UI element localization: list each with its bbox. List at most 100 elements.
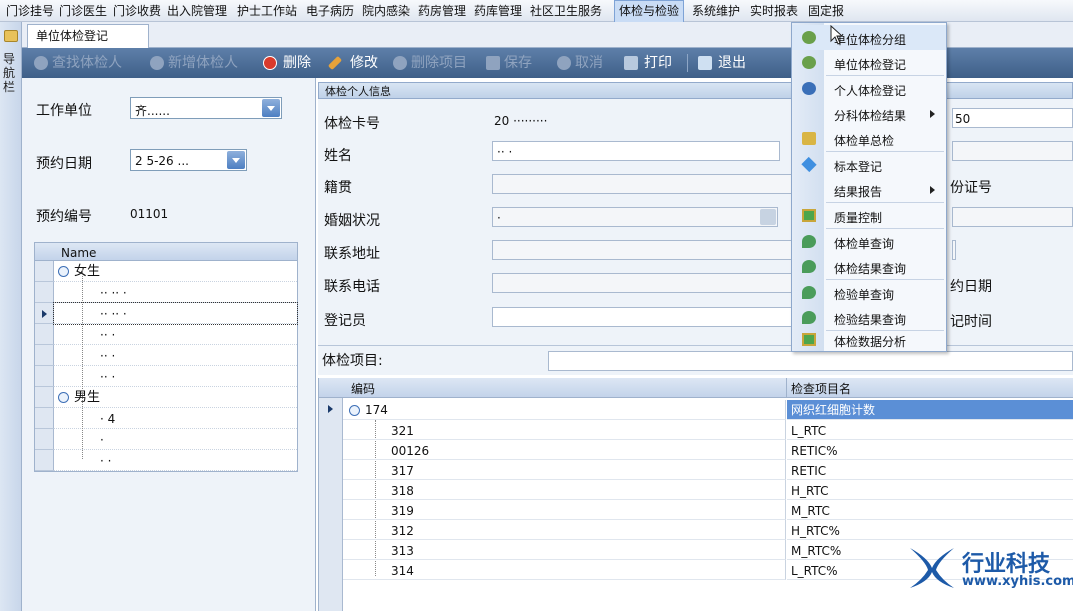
exit-button[interactable]: 退出: [718, 55, 746, 71]
right-field-4[interactable]: [952, 240, 956, 260]
menu-reports[interactable]: 实时报表: [750, 0, 798, 22]
menu-outpatient-doctor[interactable]: 门诊医生: [59, 0, 107, 22]
save-button[interactable]: 保存: [504, 55, 532, 71]
tree-group-female[interactable]: 女生: [54, 261, 297, 282]
menu-item-unit-exam-register[interactable]: 单位体检登记: [792, 50, 946, 75]
table-row[interactable]: 319 M_RTC: [343, 500, 1073, 520]
menu-item-exam-review[interactable]: 体检单总检: [792, 126, 946, 151]
chevron-down-icon[interactable]: [262, 99, 280, 117]
menu-infection[interactable]: 院内感染: [362, 0, 410, 22]
quality-icon: [802, 209, 816, 222]
menu-item-exam-query[interactable]: 体检单查询: [792, 229, 946, 254]
tree-item[interactable]: ·· ·: [54, 324, 297, 345]
table-row[interactable]: 318 H_RTC: [343, 480, 1073, 500]
table-row[interactable]: 174 网织红细胞计数: [343, 400, 1073, 420]
registrar-input[interactable]: [492, 307, 792, 327]
work-unit-value: 齐......: [135, 104, 170, 118]
address-input[interactable]: [492, 240, 792, 260]
menu-item-quality-control[interactable]: 质量控制: [792, 203, 946, 228]
xyhis-logo-icon: [910, 548, 954, 588]
menu-item-personal-exam-register[interactable]: 个人体检登记: [792, 76, 946, 101]
tree-item[interactable]: ·· ·: [54, 345, 297, 366]
tree-item[interactable]: · ·: [54, 450, 297, 471]
marital-combo[interactable]: ·: [492, 207, 778, 227]
collapse-icon[interactable]: [58, 392, 69, 403]
tab-unit-exam-registration[interactable]: 单位体检登记: [27, 24, 149, 48]
name-input[interactable]: ·· ·: [492, 141, 780, 161]
print-button[interactable]: 打印: [644, 55, 672, 71]
menu-item-specimen-register[interactable]: 标本登记: [792, 152, 946, 177]
tree-item[interactable]: ·· ·· ·: [54, 282, 297, 303]
menu-emr[interactable]: 电子病历: [306, 0, 354, 22]
toolbar-separator: [687, 54, 688, 72]
chevron-down-icon[interactable]: [760, 209, 776, 225]
exam-items-input[interactable]: [548, 351, 1073, 371]
native-input[interactable]: [492, 174, 792, 194]
tree-group-male[interactable]: 男生: [54, 387, 297, 408]
appt-no-value: 01101: [130, 207, 169, 221]
tree-item-selected[interactable]: ·· ·· ·: [53, 302, 298, 325]
tree-header: Name: [35, 243, 297, 261]
right-field-2[interactable]: [952, 141, 1073, 161]
tree-item[interactable]: ·· ·: [54, 366, 297, 387]
edit-button[interactable]: 修改: [350, 55, 378, 71]
tree-row-gutter: [35, 261, 54, 471]
col-name-header[interactable]: 检查项目名: [791, 383, 851, 395]
menu-community[interactable]: 社区卫生服务: [530, 0, 602, 22]
tree-header-name: Name: [61, 246, 97, 260]
menu-exam-lab[interactable]: 体检与检验: [614, 0, 685, 23]
collapse-icon[interactable]: [349, 405, 360, 416]
submenu-arrow-icon: [930, 186, 935, 194]
add-person-button[interactable]: 新增体检人: [168, 55, 238, 71]
print-icon: [624, 56, 638, 70]
table-row[interactable]: 00126 RETIC%: [343, 440, 1073, 460]
person-icon: [802, 82, 816, 95]
chevron-down-icon[interactable]: [227, 151, 245, 169]
review-icon: [802, 132, 816, 145]
tree-item[interactable]: ·: [54, 429, 297, 450]
menu-item-exam-data-analysis[interactable]: 体检数据分析: [792, 327, 946, 352]
cancel-button[interactable]: 取消: [575, 55, 603, 71]
find-person-button[interactable]: 查找体检人: [52, 55, 122, 71]
menu-pharmacy[interactable]: 药房管理: [418, 0, 466, 22]
menu-item-lab-query[interactable]: 检验单查询: [792, 280, 946, 305]
navigation-strip[interactable]: 导航栏: [0, 22, 22, 611]
edit-pencil-icon: [327, 55, 343, 71]
menu-nurse-station[interactable]: 护士工作站: [237, 0, 297, 22]
table-row[interactable]: 312 H_RTC%: [343, 520, 1073, 540]
table-row[interactable]: 321 L_RTC: [343, 420, 1073, 440]
menu-item-unit-exam-group[interactable]: 单位体检分组: [792, 25, 946, 50]
table-row[interactable]: 317 RETIC: [343, 460, 1073, 480]
work-unit-label: 工作单位: [36, 103, 92, 119]
query-icon: [802, 235, 816, 248]
remove-item-button[interactable]: 删除项目: [411, 55, 467, 71]
right-field-3[interactable]: [952, 207, 1073, 227]
address-label: 联系地址: [324, 246, 380, 262]
query-icon: [802, 260, 816, 273]
exam-items-bar: 体检项目:: [318, 345, 1073, 375]
menu-system[interactable]: 系统维护: [692, 0, 740, 22]
menu-fixed-reports[interactable]: 固定报: [808, 0, 844, 22]
menu-item-result-report[interactable]: 结果报告: [792, 177, 946, 202]
navigation-label: 导航栏: [3, 52, 16, 94]
menu-item-dept-exam-result[interactable]: 分科体检结果: [792, 101, 946, 126]
tree-item[interactable]: · 4: [54, 408, 297, 429]
menu-item-exam-result-query[interactable]: 体检结果查询: [792, 254, 946, 279]
exit-icon: [698, 56, 712, 70]
id-number-label: 份证号: [950, 180, 992, 196]
menu-admission[interactable]: 出入院管理: [167, 0, 227, 22]
menu-outpatient-registration[interactable]: 门诊挂号: [6, 0, 54, 22]
register-time-label: 记时间: [950, 314, 992, 330]
collapse-icon[interactable]: [58, 266, 69, 277]
menu-bar: 门诊挂号 门诊医生 门诊收费 出入院管理 护士工作站 电子病历 院内感染 药房管…: [0, 0, 1073, 23]
current-row-indicator: [35, 303, 54, 324]
delete-icon: [263, 56, 277, 70]
phone-input[interactable]: [492, 273, 792, 293]
col-code-header[interactable]: 编码: [351, 383, 375, 395]
menu-drug-store[interactable]: 药库管理: [474, 0, 522, 22]
appt-date-picker[interactable]: 2 5-26 ...: [130, 149, 247, 171]
right-field-1[interactable]: 50: [952, 108, 1073, 128]
delete-button[interactable]: 删除: [283, 55, 311, 71]
work-unit-combo[interactable]: 齐......: [130, 97, 282, 119]
menu-outpatient-billing[interactable]: 门诊收费: [113, 0, 161, 22]
